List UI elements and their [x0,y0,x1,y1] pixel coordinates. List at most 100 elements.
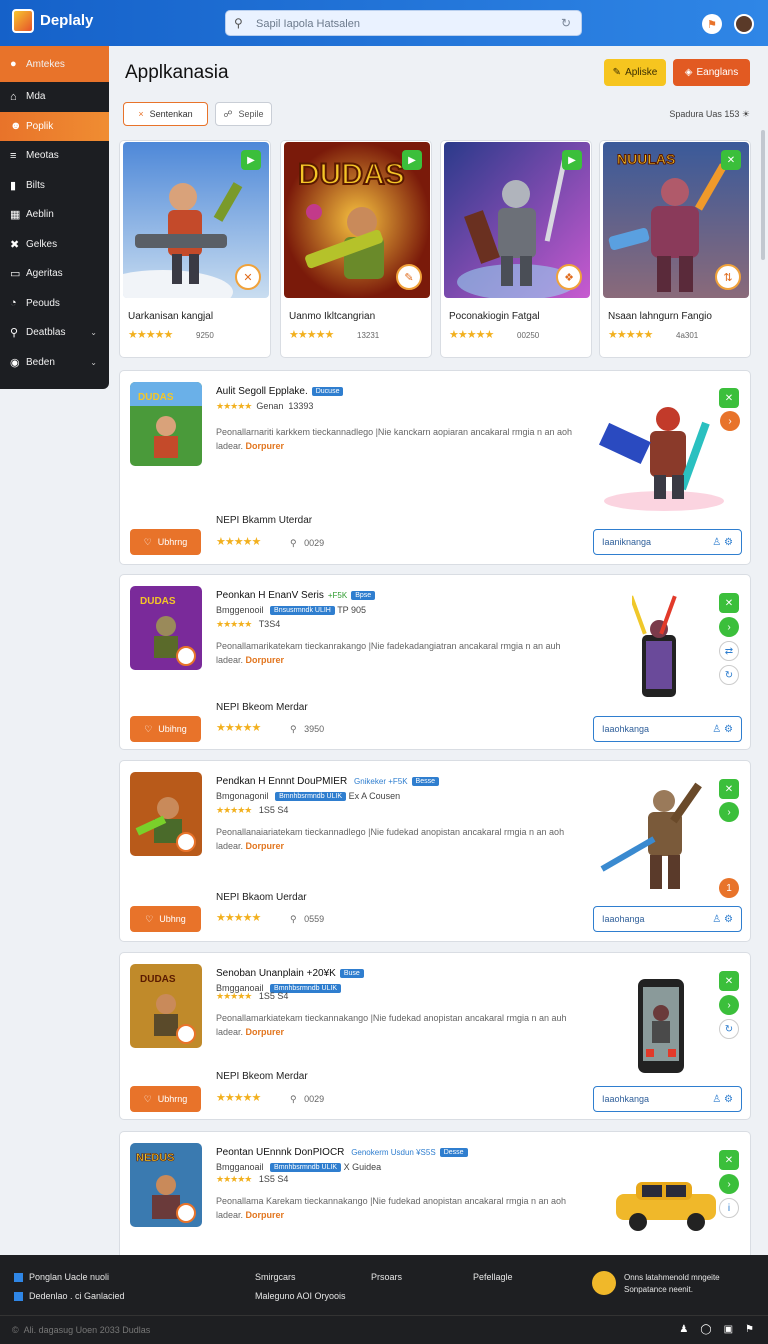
list-description: Peonallamarkiatekam tieckannakango |Nie … [216,1013,567,1037]
refresh-icon[interactable]: ↻ [719,1019,739,1039]
notification-icon[interactable]: ⚑ [702,14,722,34]
sidebar-item-label: Mda [26,91,46,103]
heart-icon: ♡ [143,1093,152,1104]
english-button[interactable]: ◈ Eanglans [673,59,750,86]
game-thumbnail [130,772,202,856]
install-button[interactable]: Iaaohanga ♙ ⚙ [593,906,742,932]
chevron-right-icon[interactable]: › [720,411,740,431]
sidebar-item-mda[interactable]: ⌂ Mda [0,82,109,112]
chevron-down-icon: ⌄ [90,328,97,338]
footer-link[interactable]: Pefellagle [473,1272,513,1282]
chevron-right-icon[interactable]: › [719,1174,739,1194]
info-badge[interactable]: 1 [719,878,739,898]
play-icon[interactable]: ▶ [402,150,422,170]
play-icon[interactable]: ▶ [562,150,582,170]
wishlist-button[interactable]: ♡ Ubihng [130,716,201,742]
list-title[interactable]: Peonkan H EnanV Seris +F5K Bpse [216,590,376,601]
list-title[interactable]: Aulit Segoll Epplake. Ducuse [216,386,344,397]
swap-icon[interactable]: ⇅ [715,264,741,290]
game-art: NUULAS ✕ ⇅ [603,142,749,298]
sidebar-item-poplik[interactable]: ☻ Poplik [0,111,109,141]
info-icon[interactable]: i [719,1198,739,1218]
hex-icon[interactable]: ❖ [556,264,582,290]
install-button[interactable]: Iaaniknanga ♙ ⚙ [593,529,742,555]
sword-icon[interactable]: ✕ [235,264,261,290]
facebook-icon[interactable]: ♟ [679,1324,688,1335]
apply-button[interactable]: ✎ Apliske [604,59,666,86]
game-art: ▶ ❖ [444,142,590,298]
close-icon[interactable]: ✕ [719,388,739,408]
sidebar-item-deatblas[interactable]: ⚲ Deatblas ⌄ [0,318,109,348]
sort-label[interactable]: Spadura Uas 153 ☀ [669,109,750,120]
filter-sepile[interactable]: ☍ Sepile [215,102,272,126]
footer-link[interactable]: Dedenlao . ci Ganlacied [14,1291,125,1302]
sidebar-item-meotas[interactable]: ≡ Meotas [0,141,109,171]
chevron-right-icon[interactable]: › [719,617,739,637]
close-icon[interactable]: ✕ [719,971,739,991]
star-rating: ★★★★★ [216,1092,261,1104]
scrollbar[interactable] [761,130,765,260]
share-icon[interactable]: ⇄ [719,641,739,661]
chevron-right-icon[interactable]: › [719,995,739,1015]
sidebar-item-gelkes[interactable]: ✖ Gelkes [0,230,109,260]
list-title[interactable]: Peontan UEnnnk DonPIOCR Genokerm Usdun ¥… [216,1147,468,1158]
sidebar-item-beden[interactable]: ◉ Beden ⌄ [0,348,109,378]
chevron-right-icon[interactable]: › [719,802,739,822]
search-input[interactable]: Sapil Iapola Hatsalen [256,18,360,30]
close-icon[interactable]: ✕ [719,593,739,613]
list-title[interactable]: Senoban Unanplain +20¥K Buse [216,968,364,979]
sidebar-item-aeblin[interactable]: ▦ Aeblin [0,200,109,230]
promo-text[interactable]: Sonpatance neenit. [624,1285,693,1294]
sidebar-item-label: Deatblas [26,327,66,339]
close-icon[interactable]: ✕ [719,1150,739,1170]
shield-icon[interactable]: ◯ [700,1324,711,1335]
featured-card[interactable]: DUDAS ▶ ✎ Uanmo Ikltcangrian ★★★★★ 13231 [280,140,432,358]
close-icon[interactable]: ✕ [719,779,739,799]
refresh-icon[interactable]: ↻ [561,16,571,30]
footer-link[interactable]: Ponglan Uacle nuoli [14,1272,109,1283]
flag-icon[interactable]: ⚑ [745,1324,754,1335]
featured-card[interactable]: ▶ ✕ Uarkanisan kangjal ★★★★★ 9250 [119,140,271,358]
install-button[interactable]: Iaaohkanga ♙ ⚙ [593,716,742,742]
footer-link[interactable]: Prsoars [371,1272,402,1282]
read-more-link[interactable]: Dorpurer [246,841,285,851]
sword-icon[interactable]: ✎ [396,264,422,290]
list-subline: ★★★★★ 1S5 S4 [216,1174,289,1184]
read-more-link[interactable]: Dorpurer [246,1027,285,1037]
search-bar[interactable]: ⚲ Sapil Iapola Hatsalen ↻ [225,10,582,36]
hero-character [594,391,734,516]
filter-sentenkan[interactable]: × Sentenkan [123,102,208,126]
app-logo[interactable] [12,9,34,33]
list-item[interactable]: DUDAS Senoban Unanplain +20¥K Buse Bmggan… [119,952,751,1120]
read-more-link[interactable]: Dorpurer [246,441,285,451]
pencil-icon: ✎ [612,67,622,78]
sidebar-item-peouds[interactable]: ◔ Peouds [0,289,109,319]
sidebar-item-bilts[interactable]: ▮ Bilts [0,171,109,201]
copyright: © Ali. dagasug Uoen 2033 Dudlas [12,1325,151,1335]
list-item[interactable]: DUDAS Peonkan H EnanV Seris +F5K Bpse Bmgg… [119,574,751,750]
list-item[interactable]: NEDUS Peontan UEnnnk DonPIOCR Genokerm U… [119,1131,751,1255]
footer-link[interactable]: Smirgcars [255,1272,296,1282]
promo-text[interactable]: Onns latahmenold mngeite [624,1273,720,1282]
play-icon[interactable]: ▶ [241,150,261,170]
refresh-icon[interactable]: ↻ [719,665,739,685]
wishlist-button[interactable]: ♡ Ubhrng [130,529,201,555]
read-more-link[interactable]: Dorpurer [246,1210,285,1220]
sidebar-item-amtekes[interactable]: ● Amtekes [0,46,109,82]
install-button[interactable]: Iaaohkanga ♙ ⚙ [593,1086,742,1112]
star-rating: ★★★★★ [216,536,261,548]
footer-link[interactable]: Maleguno AOI Oryoois [255,1291,346,1301]
list-item[interactable]: DUDAS Aulit Segoll Epplake. Ducuse ★★★★★ … [119,370,751,565]
avatar[interactable] [734,14,754,34]
close-icon[interactable]: ✕ [721,150,741,170]
window-icon[interactable]: ▣ [724,1324,733,1335]
featured-card[interactable]: ▶ ❖ Poconakiogin Fatgal ★★★★★ 00250 [440,140,592,358]
wishlist-button[interactable]: ♡ Ubhng [130,906,201,932]
read-more-link[interactable]: Dorpurer [246,655,285,665]
featured-card[interactable]: NUULAS ✕ ⇅ Nsaan lahngurn Fangio ★★★★★ 4… [599,140,751,358]
list-title[interactable]: Pendkan H Ennnt DouPMIER Gnikeker +F5K Be… [216,776,440,787]
sidebar-item-ageritas[interactable]: ▭ Ageritas [0,259,109,289]
heart-icon: ♡ [143,536,152,547]
wishlist-button[interactable]: ♡ Ubhrng [130,1086,201,1112]
list-item[interactable]: Pendkan H Ennnt DouPMIER Gnikeker +F5K Be… [119,760,751,942]
